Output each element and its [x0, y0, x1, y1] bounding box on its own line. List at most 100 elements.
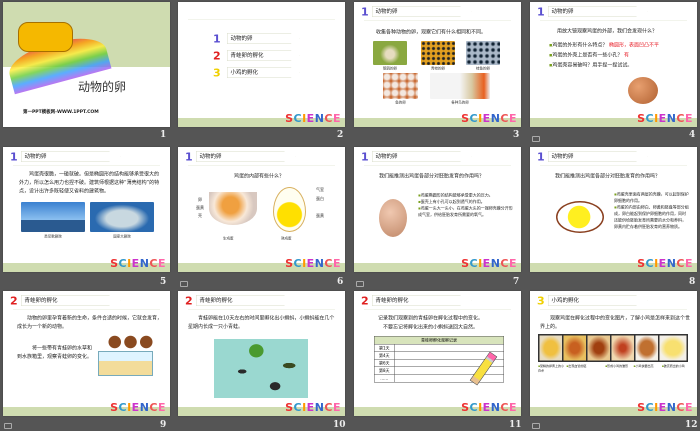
slide-text: 记录我们观察到的青蛙卵在孵化过程中的变化。: [378, 315, 483, 322]
table-row: ……: [375, 374, 504, 382]
stage-note: ▪破壳而出的小鸡: [661, 364, 685, 369]
slide-thumbnail-12[interactable]: 3 小鸡的孵化 观察鸡蛋在孵化过程中的变化图片，了解小鸡是怎样来到这个世界上的。 …: [530, 291, 697, 416]
notes-icon[interactable]: [532, 136, 540, 142]
caption: 鱼的卵: [395, 100, 406, 105]
science-logo: SCIENCE: [461, 257, 517, 271]
egg-photo: [379, 199, 407, 237]
slide-thumbnail-4[interactable]: 1 动物的卵 用放大镜观察鸡蛋的外部，我们会发现什么？ ▪鸡蛋的外形有什么特点？ …: [530, 2, 697, 127]
science-logo: SCIENCE: [637, 112, 693, 126]
bullet-text: 蛋壳上有小孔可以起到透气的作用。: [420, 199, 485, 205]
divider: [188, 165, 335, 166]
section-label: 动物的卵: [548, 6, 648, 17]
label: 蛋黄: [316, 213, 324, 219]
slide-thumbnail-2[interactable]: 1 动物的卵 2 青蛙卵的孵化 3 小鸡的孵化 SCIENCE: [178, 2, 345, 127]
question-1: ▪鸡蛋的外形有什么特点？ 椭圆形，表面凹凸不平: [549, 42, 659, 49]
stage-photo: [635, 335, 658, 361]
slide-text: 用放大镜观察鸡蛋的外部，我们会发现什么？: [557, 28, 657, 35]
slide-text: 鸡蛋壳很脆，一碰就破。但是椭圆形的结构能够承受很大的外力，所以怎么用力也捏不破。…: [19, 171, 160, 195]
number-2-icon: 2: [185, 295, 193, 308]
question-text: 鸡蛋壳容易破吗？用手捏一捏试试。: [552, 62, 633, 69]
stage-note: ▪出现血管的胚: [566, 364, 587, 369]
table-title: 青蛙卵孵化观察记录: [374, 336, 504, 345]
section-label: 青蛙卵的孵化: [372, 295, 472, 306]
notes-icon[interactable]: [4, 423, 12, 429]
slide-thumbnail-5[interactable]: 1 动物的卵 鸡蛋壳很脆，一碰就破。但是椭圆形的结构能够承受很大的外力，所以怎么用…: [3, 147, 170, 272]
section-label: 动物的卵: [21, 151, 121, 162]
slide-thumbnail-10[interactable]: 2 青蛙卵的孵化 青蛙卵能在10天左右的时间里孵化出小蝌蚪，小蝌蚪能在几个星期内长…: [178, 291, 345, 416]
divider: [364, 309, 511, 310]
bullet-text: 鸡蛋壳里面有两层的壳膜，可以起到保护卵细胞的作用。: [614, 192, 689, 203]
answer-text: 有: [623, 52, 629, 59]
caption: 国家大剧院: [113, 234, 131, 239]
children-aquarium-illustration: [98, 351, 153, 376]
notes-icon[interactable]: [356, 281, 364, 287]
divider: [540, 20, 687, 21]
caption: 鹌鹑的卵: [383, 66, 397, 71]
children-illustration: [108, 333, 153, 351]
stage-photo: [659, 335, 687, 361]
row-label: 第6天: [375, 359, 395, 367]
science-logo: SCIENCE: [461, 112, 517, 126]
slide-text: 收集各种动物的卵，观察它们有什么相同和不同。: [376, 29, 486, 36]
divider: [540, 165, 687, 166]
question-2: ▪鸡蛋的外壳上是否有一些小孔？ 有: [549, 52, 629, 59]
slide-thumbnail-3[interactable]: 1 动物的卵 收集各种动物的卵，观察它们有什么相同和不同。 鹌鹑的卵 青蛙的卵 蛙…: [354, 2, 521, 127]
slide-thumbnail-6[interactable]: 1 动物的卵 鸡蛋的内部有些什么？ 卵 蛋黄 壳 气室 蛋白 蛋黄 生鸡蛋 熟鸡蛋…: [178, 147, 345, 272]
slide-text: 不要忘记将孵化出来的小蝌蚪送回大自然。: [383, 324, 478, 331]
divider: [188, 309, 335, 310]
slide-text: 动物的卵里孕育着新的生命，条件合适的时候，它就会发育，成长为一个新的动物。: [17, 315, 162, 330]
number-1-icon: 1: [537, 151, 545, 164]
slide-thumbnail-7[interactable]: 1 动物的卵 我们能推测出鸡蛋各部分对胚胎发育的作用吗？ ▪鸡蛋椭圆形的结构能够承…: [354, 147, 521, 272]
row-label: 第8天: [375, 367, 395, 374]
national-grand-theatre-photo: [90, 202, 154, 232]
slide-footer: 第一PPT模板网-WWW.1PPT.COM: [23, 109, 99, 115]
egg-photo: [628, 77, 658, 104]
caption: 青蛙的卵: [431, 66, 445, 71]
caption: 蛙鱼的卵: [476, 66, 490, 71]
fish-egg-photo: [421, 41, 455, 65]
section-header: 2 青蛙卵的孵化: [10, 295, 170, 308]
caption: 悉尼歌剧院: [44, 234, 62, 239]
science-logo: SCIENCE: [461, 401, 517, 415]
section-header: 1 动物的卵: [10, 151, 170, 164]
number-3-icon: 3: [537, 295, 545, 308]
slide-number: 7: [513, 277, 520, 287]
row-label: 第1天: [375, 344, 395, 352]
slide-thumbnail-9[interactable]: 2 青蛙卵的孵化 动物的卵里孕育着新的生命，条件合适的时候，它就会发育，成长为一个…: [3, 291, 170, 416]
slide-thumbnail-11[interactable]: 2 青蛙卵的孵化 记录我们观察到的青蛙卵在孵化过程中的变化。 不要忘记将孵化出来的…: [354, 291, 521, 416]
section-header: 1 动物的卵: [537, 6, 697, 19]
row-label: 第4天: [375, 352, 395, 359]
various-eggs-photo: [430, 73, 490, 99]
number-1-icon: 1: [185, 151, 193, 164]
label: 蛋白: [316, 196, 324, 202]
section-header: 1 动物的卵: [361, 6, 521, 19]
raw-egg-illustration: [209, 192, 257, 225]
label: 壳: [198, 213, 202, 219]
bullet-list: ▪鸡蛋壳里面有两层的壳膜，可以起到保护卵细胞的作用。 ▪鸡蛋的内部由卵白、卵黄和…: [614, 191, 689, 230]
row-label: ……: [375, 374, 395, 382]
notes-icon[interactable]: [180, 281, 188, 287]
section-header: 1 动物的卵: [537, 151, 697, 164]
chick-development-photos: [538, 334, 688, 362]
egg-structure-diagram: [556, 201, 604, 233]
divider: [188, 19, 335, 20]
label: 卵: [198, 197, 202, 203]
quail-egg-photo: [373, 41, 407, 65]
slide-title: 动物的卵: [78, 80, 126, 94]
notes-icon[interactable]: [532, 423, 540, 429]
caption: 各种鸟的卵: [451, 100, 469, 105]
divider: [13, 165, 160, 166]
slide-thumbnail-1[interactable]: 动物的卵 第一PPT模板网-WWW.1PPT.COM: [3, 2, 170, 127]
stage-note-text: 受精的卵黄上的小白点: [538, 364, 565, 373]
question-3: ▪鸡蛋壳容易破吗？用手捏一捏试试。: [549, 62, 633, 69]
stage-note-text: 小鸡快要出壳: [635, 364, 654, 369]
section-label: 动物的卵: [372, 151, 472, 162]
bullet-item: ▪鸡蛋的内部由卵白、卵黄和胚盘等部分组成，卵白能起到保护卵细胞的作用，同时还能供…: [614, 205, 689, 229]
frog-life-cycle-image: [214, 339, 308, 398]
bird-egg-photo: [383, 73, 418, 99]
menu-label: 小鸡的孵化: [227, 67, 300, 78]
section-label: 动物的卵: [548, 151, 648, 162]
number-1-icon: 1: [361, 6, 369, 19]
divider: [540, 309, 687, 310]
slide-thumbnail-8[interactable]: 1 动物的卵 我们能推测出鸡蛋各部分对胚胎发育的作用吗？ ▪鸡蛋壳里面有两层的壳膜…: [530, 147, 697, 272]
